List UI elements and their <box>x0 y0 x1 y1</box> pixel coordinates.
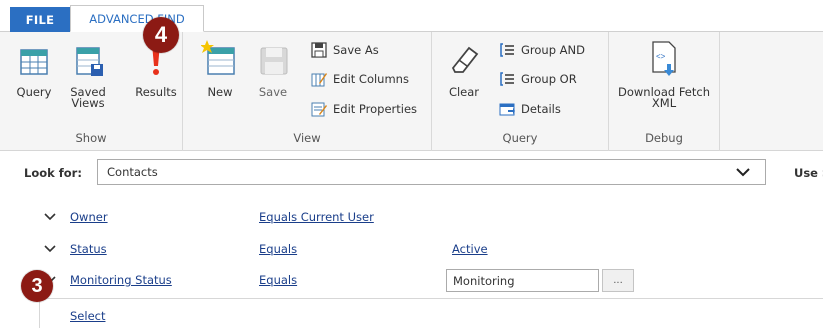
group-and-label: Group AND <box>521 43 585 57</box>
results-label: Results <box>135 85 177 99</box>
look-for-label: Look for: <box>24 166 82 180</box>
query-group-label: Query <box>502 131 538 145</box>
ribbon-group-view: New Save Save As Edit Columns Edit Prope… <box>183 32 432 151</box>
details-button[interactable]: Details <box>498 99 561 119</box>
save-as-icon <box>310 41 328 59</box>
new-button[interactable]: New <box>198 36 242 124</box>
edit-columns-label: Edit Columns <box>333 72 409 86</box>
query-icon <box>20 49 48 75</box>
save-as-button[interactable]: Save As <box>310 40 379 60</box>
row-separator <box>40 298 823 299</box>
step-badge-results: 4 <box>143 17 179 53</box>
criteria-value-input[interactable]: Monitoring <box>446 269 599 292</box>
download-fetch-xml-text: Download Fetch XML <box>618 85 710 110</box>
row-chevron-down-icon[interactable] <box>44 212 56 222</box>
criteria-operator-link[interactable]: Equals Current User <box>259 210 374 224</box>
edit-columns-icon <box>310 70 328 88</box>
group-or-button[interactable]: Group OR <box>498 69 577 89</box>
use-saved-view-label: Use S <box>794 166 823 180</box>
edit-properties-icon <box>310 100 328 118</box>
clear-label: Clear <box>448 85 480 99</box>
ribbon-tab-bar: FILE ADVANCED FIND <box>0 0 823 32</box>
details-label: Details <box>521 102 561 116</box>
save-as-label: Save As <box>333 43 379 57</box>
show-group-label: Show <box>75 131 107 145</box>
criteria-field-link[interactable]: Monitoring Status <box>70 273 172 287</box>
look-for-select[interactable]: Contacts <box>97 159 766 185</box>
details-icon <box>498 100 516 118</box>
group-and-icon <box>498 41 516 59</box>
criteria-field-link[interactable]: Status <box>70 242 107 256</box>
step-badge-row: 3 <box>21 270 53 302</box>
download-fetch-xml-button[interactable]: <> Download Fetch XML <box>611 36 717 124</box>
group-or-label: Group OR <box>521 72 577 86</box>
criteria-field-link[interactable]: Owner <box>70 210 108 224</box>
save-label: Save <box>258 85 288 99</box>
edit-properties-button[interactable]: Edit Properties <box>310 99 417 119</box>
clear-button[interactable]: Clear <box>442 36 486 124</box>
criteria-value-link[interactable]: Active <box>452 242 488 256</box>
ribbon: Query Saved Views Results Show New Save … <box>0 32 823 151</box>
saved-views-button[interactable]: Saved Views <box>62 36 114 124</box>
saved-views-text: Saved Views <box>70 85 106 110</box>
debug-group-label: Debug <box>645 131 683 145</box>
edit-properties-label: Edit Properties <box>333 102 418 116</box>
criteria-operator-link[interactable]: Equals <box>259 242 297 256</box>
look-for-value: Contacts <box>107 165 158 179</box>
save-disk-icon <box>260 47 288 75</box>
select-field-link[interactable]: Select <box>70 309 105 323</box>
tree-guide-line <box>39 299 40 328</box>
eraser-icon <box>451 46 479 73</box>
new-view-icon <box>201 40 235 75</box>
chevron-down-icon <box>736 168 750 177</box>
query-label: Query <box>16 85 52 99</box>
saved-views-label: Saved Views <box>62 85 114 110</box>
criteria-row-owner: Owner Equals Current User <box>0 203 823 233</box>
row-chevron-down-icon[interactable] <box>44 244 56 254</box>
lookup-button[interactable]: ... <box>602 269 634 292</box>
svg-text:<>: <> <box>656 52 666 61</box>
criteria-operator-link[interactable]: Equals <box>259 273 297 287</box>
save-button[interactable]: Save <box>251 36 295 124</box>
xml-download-icon: <> <box>652 41 676 76</box>
group-and-button[interactable]: Group AND <box>498 40 585 60</box>
saved-views-icon <box>76 47 103 76</box>
ribbon-group-query: Clear Group AND Group OR Details Query <box>432 32 609 151</box>
edit-columns-button[interactable]: Edit Columns <box>310 69 409 89</box>
view-group-label: View <box>293 131 321 145</box>
tab-file[interactable]: FILE <box>10 7 70 32</box>
query-button[interactable]: Query <box>12 36 56 124</box>
ribbon-group-debug: <> Download Fetch XML Debug <box>609 32 720 151</box>
new-label: New <box>207 85 233 99</box>
criteria-row-monitoring-status: Monitoring Status Equals Monitoring ... <box>0 266 823 296</box>
criteria-row-status: Status Equals Active <box>0 235 823 265</box>
group-or-icon <box>498 70 516 88</box>
tab-advanced-find[interactable]: ADVANCED FIND <box>70 5 204 32</box>
download-fetch-xml-label: Download Fetch XML <box>611 85 717 110</box>
